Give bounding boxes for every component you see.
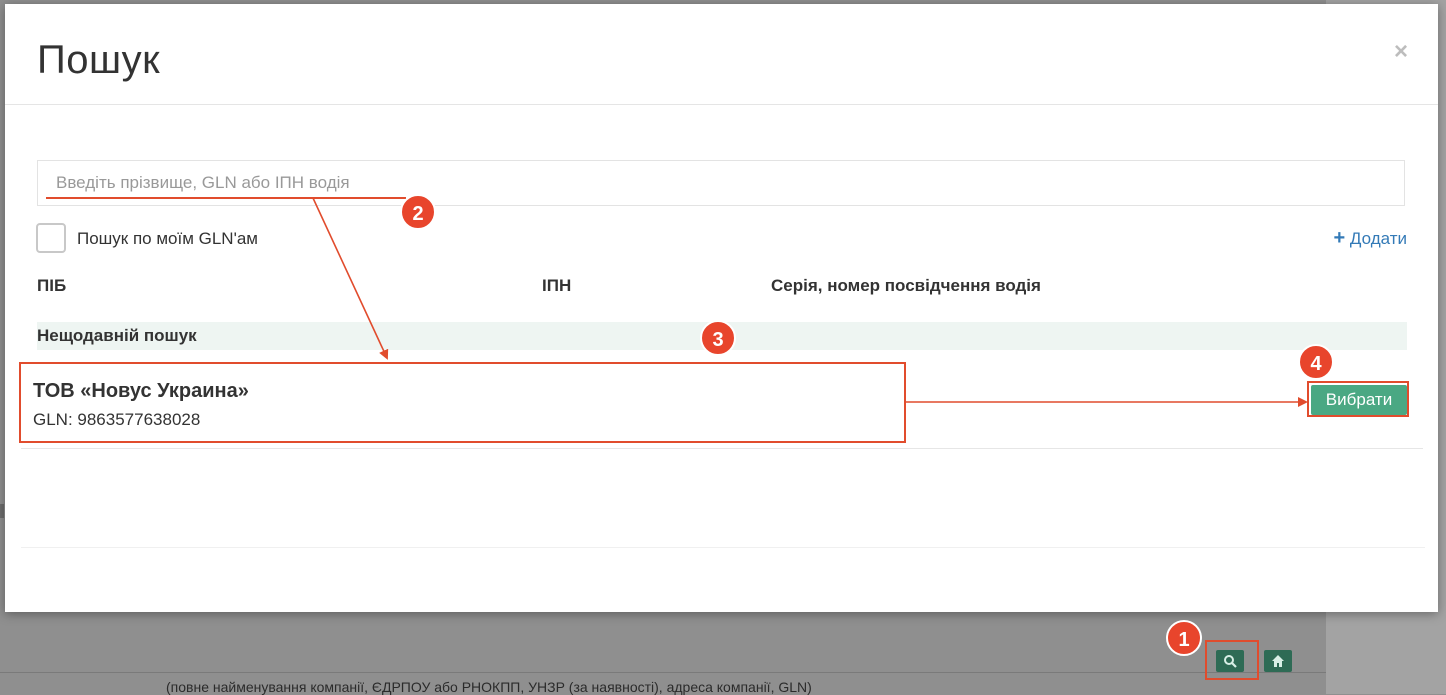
- annotation-badge-1: 1: [1166, 620, 1202, 656]
- annotation-search-box: [1205, 640, 1259, 680]
- background-home-button[interactable]: [1264, 650, 1292, 672]
- background-edge-marker: [0, 504, 4, 518]
- column-header-ipn: ІПН: [542, 276, 572, 295]
- my-gln-checkbox-label: Пошук по моїм GLN'ам: [77, 229, 258, 248]
- search-input[interactable]: [37, 160, 1405, 206]
- add-link[interactable]: + Додати: [1334, 227, 1408, 250]
- my-gln-checkbox[interactable]: [36, 223, 66, 253]
- modal-title: Пошук: [37, 38, 161, 82]
- annotation-badge-2: 2: [400, 194, 436, 230]
- annotation-result-box: [19, 362, 906, 443]
- plus-icon: +: [1333, 227, 1346, 249]
- home-icon: [1272, 655, 1284, 667]
- annotation-badge-4: 4: [1298, 344, 1334, 380]
- column-header-pib: ПІБ: [37, 276, 67, 295]
- search-modal: Пошук × Пошук по моїм GLN'ам + Додати ПІ…: [5, 4, 1438, 612]
- close-icon[interactable]: ×: [1394, 38, 1408, 66]
- recent-search-label: Нещодавній пошук: [37, 326, 197, 345]
- modal-header: Пошук ×: [5, 4, 1438, 105]
- footer-separator: [21, 547, 1425, 548]
- annotation-badge-3: 3: [700, 320, 736, 356]
- add-link-label: Додати: [1349, 229, 1407, 248]
- column-header-license: Серія, номер посвідчення водія: [771, 276, 1041, 295]
- background-hint-text: (повне найменування компанії, ЄДРПОУ або…: [166, 679, 812, 695]
- annotation-choose-box: [1307, 381, 1409, 417]
- row-separator: [21, 448, 1423, 449]
- background-divider: [0, 672, 1326, 673]
